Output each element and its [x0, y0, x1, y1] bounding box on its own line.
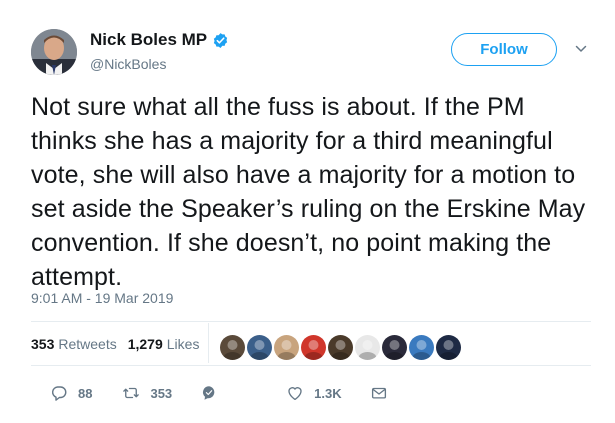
likes-stat-count: 1,279: [127, 336, 163, 352]
retweet-count: 353: [150, 385, 173, 401]
stats-separator: [208, 323, 209, 363]
reply-action[interactable]: 88: [50, 384, 92, 402]
author-name[interactable]: Nick Boles MP: [90, 30, 207, 50]
reply-count: 88: [78, 385, 93, 401]
like-action[interactable]: 1.3K: [286, 384, 342, 402]
liker-avatar[interactable]: [247, 335, 272, 360]
retweet-action[interactable]: 353: [122, 384, 172, 402]
liker-avatar[interactable]: [409, 335, 434, 360]
liker-avatar[interactable]: [220, 335, 245, 360]
retweets-stat-label: Retweets: [58, 336, 117, 352]
tweet-actions: 88 353 1.3K: [50, 384, 388, 402]
share-via-email-action[interactable]: [370, 384, 388, 402]
chevron-down-icon[interactable]: [575, 44, 587, 54]
liker-avatar[interactable]: [274, 335, 299, 360]
likes-stat[interactable]: 1,279 Likes: [128, 336, 200, 352]
direct-message-action[interactable]: [200, 384, 218, 402]
liker-avatar[interactable]: [355, 335, 380, 360]
follow-button[interactable]: Follow: [451, 33, 557, 66]
liker-avatars: [220, 335, 463, 360]
reply-icon: [52, 386, 67, 401]
verified-badge-icon: [213, 32, 228, 48]
retweet-icon: [123, 387, 140, 399]
divider-bottom: [31, 365, 591, 366]
tweet-timestamp[interactable]: 9:01 AM - 19 Mar 2019: [31, 290, 173, 306]
retweets-stat-count: 353: [31, 336, 55, 352]
divider-top: [31, 321, 591, 322]
avatar[interactable]: [31, 29, 77, 75]
like-count: 1.3K: [314, 385, 342, 401]
liker-avatar[interactable]: [436, 335, 461, 360]
envelope-icon: [371, 387, 386, 399]
likes-stat-label: Likes: [166, 336, 200, 352]
author-name-row: Nick Boles MP: [90, 30, 229, 50]
tweet-text: Not sure what all the fuss is about. If …: [31, 93, 586, 291]
avatar-photo: [31, 29, 77, 75]
liker-avatar[interactable]: [382, 335, 407, 360]
tweet-stats: 353 Retweets 1,279 Likes: [31, 336, 199, 352]
author-handle[interactable]: @NickBoles: [90, 56, 166, 72]
heart-icon: [288, 387, 302, 401]
liker-avatar[interactable]: [328, 335, 353, 360]
retweets-stat[interactable]: 353 Retweets: [31, 336, 117, 352]
message-icon: [203, 386, 215, 400]
liker-avatar[interactable]: [301, 335, 326, 360]
